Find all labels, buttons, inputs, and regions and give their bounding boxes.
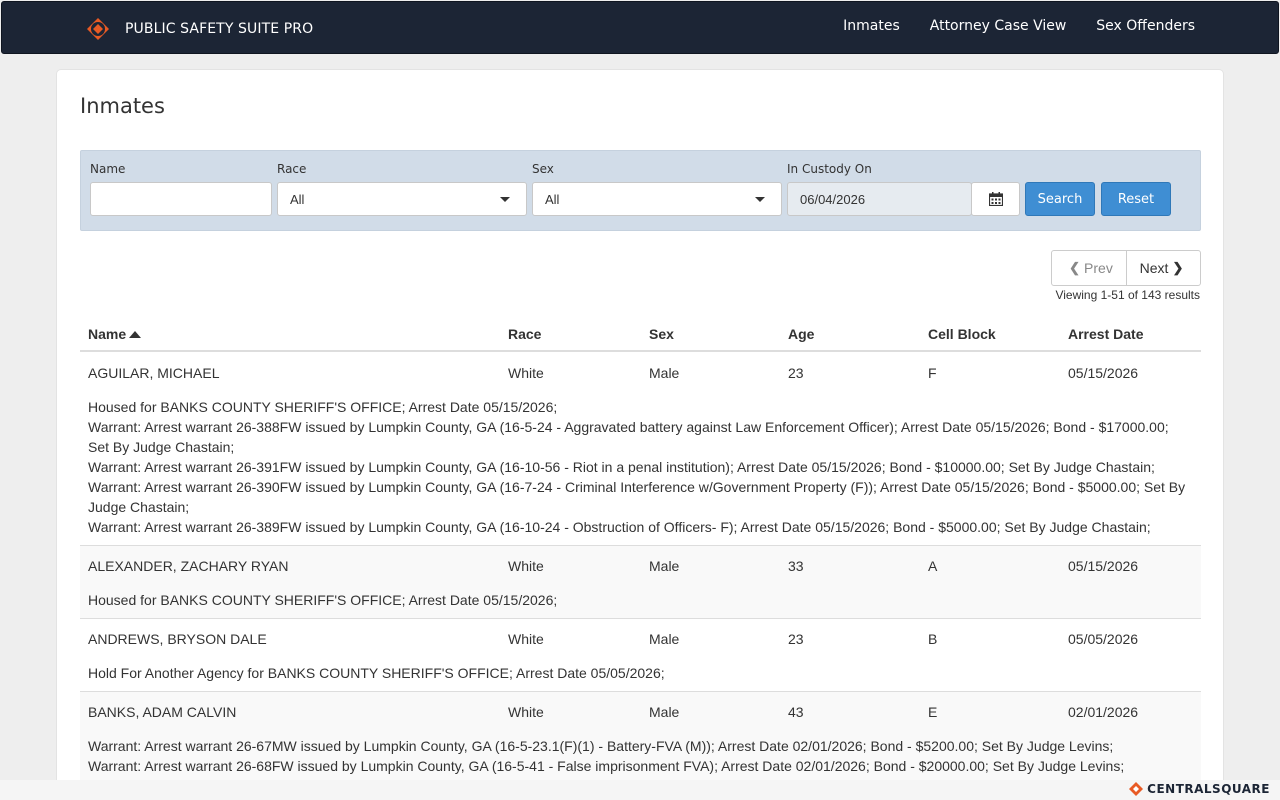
- race-select[interactable]: All: [277, 182, 527, 216]
- sex-label: Sex: [532, 162, 554, 176]
- cell-sex: Male: [649, 558, 680, 574]
- centralsquare-logo: CENTRALSQUARE: [1129, 780, 1270, 798]
- column-header-sex[interactable]: Sex: [649, 326, 674, 342]
- cell-arrest-date: 05/15/2026: [1068, 365, 1139, 381]
- centralsquare-logo-icon: [1129, 782, 1144, 796]
- cell-name: ANDREWS, BRYSON DALE: [88, 631, 267, 647]
- charge-line: Warrant: Arrest warrant 26-68FW issued b…: [88, 758, 1125, 774]
- cell-sex: Male: [649, 365, 680, 381]
- filter-bar: Name Race All Sex All In Custody On 06/0…: [80, 150, 1201, 231]
- name-input[interactable]: [90, 182, 272, 216]
- table-row[interactable]: ALEXANDER, ZACHARY RYAN White Male 33 A …: [80, 546, 1201, 619]
- custody-date-value: 06/04/2026: [800, 192, 866, 207]
- cell-arrest-date: 05/15/2026: [1068, 558, 1139, 574]
- cell-age: 33: [788, 558, 804, 574]
- cell-sex: Male: [649, 704, 680, 720]
- column-header-race[interactable]: Race: [508, 326, 541, 342]
- cell-age: 23: [788, 365, 804, 381]
- cell-race: White: [508, 558, 544, 574]
- brand-logo-icon: [87, 18, 109, 40]
- next-label: Next: [1139, 260, 1169, 276]
- column-header-name[interactable]: Name: [88, 326, 142, 342]
- calendar-button[interactable]: [971, 182, 1020, 216]
- sex-select-value: All: [545, 192, 560, 207]
- cell-block: E: [928, 704, 938, 720]
- cell-name: BANKS, ADAM CALVIN: [88, 704, 237, 720]
- charge-line: Warrant: Arrest warrant 26-67MW issued b…: [88, 738, 1114, 754]
- column-header-label: Name: [88, 326, 127, 342]
- charge-line: Warrant: Arrest warrant 26-388FW issued …: [88, 419, 1169, 455]
- chevron-down-icon: [755, 197, 765, 202]
- chevron-down-icon: [500, 197, 510, 202]
- custody-date-input[interactable]: 06/04/2026: [787, 182, 972, 216]
- reset-button[interactable]: Reset: [1101, 182, 1171, 216]
- cell-sex: Male: [649, 631, 680, 647]
- results-count: Viewing 1-51 of 143 results: [1055, 288, 1200, 302]
- cell-arrest-date: 05/05/2026: [1068, 631, 1139, 647]
- sort-ascending-icon: [129, 331, 142, 338]
- footer-bar: [0, 780, 1280, 800]
- name-label: Name: [90, 162, 126, 176]
- pagination: ❮ Prev Next ❯: [1051, 250, 1201, 286]
- sex-select[interactable]: All: [532, 182, 782, 216]
- next-page-button[interactable]: Next ❯: [1127, 251, 1200, 285]
- race-select-value: All: [290, 192, 305, 207]
- column-header-age[interactable]: Age: [788, 326, 814, 342]
- column-header-cell-block[interactable]: Cell Block: [928, 326, 996, 342]
- table-row[interactable]: ANDREWS, BRYSON DALE White Male 23 B 05/…: [80, 619, 1201, 692]
- chevron-right-icon: ❯: [1172, 260, 1184, 275]
- prev-page-button[interactable]: ❮ Prev: [1052, 251, 1127, 285]
- centralsquare-logo-text: CENTRALSQUARE: [1147, 782, 1270, 796]
- charge-details: Housed for BANKS COUNTY SHERIFF'S OFFICE…: [88, 397, 1193, 537]
- cell-name: AGUILAR, MICHAEL: [88, 365, 220, 381]
- main-nav: Inmates Attorney Case View Sex Offenders: [813, 18, 1195, 34]
- charge-line: Warrant: Arrest warrant 26-389FW issued …: [88, 519, 1151, 535]
- main-panel: Inmates Name Race All Sex All In Custody…: [56, 69, 1224, 800]
- nav-sex-offenders[interactable]: Sex Offenders: [1096, 18, 1195, 34]
- cell-name: ALEXANDER, ZACHARY RYAN: [88, 558, 289, 574]
- cell-race: White: [508, 704, 544, 720]
- charge-details: Housed for BANKS COUNTY SHERIFF'S OFFICE…: [88, 590, 1193, 610]
- cell-age: 23: [788, 631, 804, 647]
- chevron-left-icon: ❮: [1069, 260, 1081, 275]
- nav-attorney-case-view[interactable]: Attorney Case View: [930, 18, 1067, 34]
- table-row[interactable]: AGUILAR, MICHAEL White Male 23 F 05/15/2…: [80, 353, 1201, 546]
- calendar-icon: [988, 192, 1003, 206]
- cell-age: 43: [788, 704, 804, 720]
- cell-block: F: [928, 365, 937, 381]
- cell-block: B: [928, 631, 938, 647]
- brand[interactable]: PUBLIC SAFETY SUITE PRO: [86, 16, 313, 42]
- charge-details: Warrant: Arrest warrant 26-67MW issued b…: [88, 736, 1193, 776]
- page-title: Inmates: [80, 94, 165, 118]
- cell-race: White: [508, 631, 544, 647]
- charge-line: Warrant: Arrest warrant 26-391FW issued …: [88, 459, 1155, 475]
- race-label: Race: [277, 162, 307, 176]
- search-button[interactable]: Search: [1025, 182, 1095, 216]
- charge-line: Housed for BANKS COUNTY SHERIFF'S OFFICE…: [88, 592, 558, 608]
- brand-name: PUBLIC SAFETY SUITE PRO: [125, 21, 314, 37]
- charge-details: Hold For Another Agency for BANKS COUNTY…: [88, 663, 1193, 683]
- cell-race: White: [508, 365, 544, 381]
- charge-line: Housed for BANKS COUNTY SHERIFF'S OFFICE…: [88, 399, 558, 415]
- nav-inmates[interactable]: Inmates: [843, 18, 900, 34]
- table-header: Name Race Sex Age Cell Block Arrest Date: [80, 320, 1201, 352]
- custody-label: In Custody On: [787, 162, 872, 176]
- cell-block: A: [928, 558, 938, 574]
- charge-line: Warrant: Arrest warrant 26-390FW issued …: [88, 479, 1186, 515]
- charge-line: Hold For Another Agency for BANKS COUNTY…: [88, 665, 665, 681]
- column-header-arrest-date[interactable]: Arrest Date: [1068, 326, 1143, 342]
- top-navbar: PUBLIC SAFETY SUITE PRO Inmates Attorney…: [1, 1, 1279, 54]
- cell-arrest-date: 02/01/2026: [1068, 704, 1139, 720]
- prev-label: Prev: [1084, 260, 1113, 276]
